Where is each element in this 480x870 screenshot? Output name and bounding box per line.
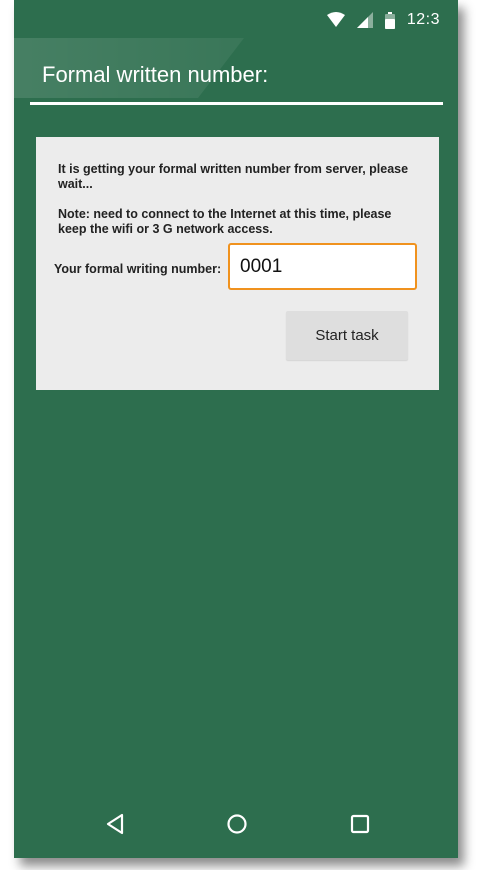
cell-signal-icon [356,12,373,28]
device-screen: 12:3 Formal written number: It is gettin… [14,0,458,858]
back-icon [106,813,124,835]
page-title: Formal written number: [42,62,269,87]
status-clock: 12:3 [406,11,440,28]
recents-button[interactable] [345,809,375,839]
status-bar: 12:3 [14,0,458,38]
battery-icon [384,11,395,29]
formal-number-input[interactable] [228,243,417,290]
start-task-button[interactable]: Start task [286,311,408,360]
number-card: It is getting your formal written number… [36,137,439,390]
wifi-icon [326,12,345,27]
back-button[interactable] [100,809,130,839]
title-divider [30,102,443,105]
formal-number-label: Your formal writing number: [54,262,222,276]
status-icons: 12:3 [326,10,440,30]
navigation-bar [14,795,458,853]
internet-note: Note: need to connect to the Internet at… [58,207,392,236]
home-button[interactable] [222,809,252,839]
home-icon [227,814,247,834]
loading-message: It is getting your formal written number… [58,162,409,191]
recents-icon [350,814,370,834]
